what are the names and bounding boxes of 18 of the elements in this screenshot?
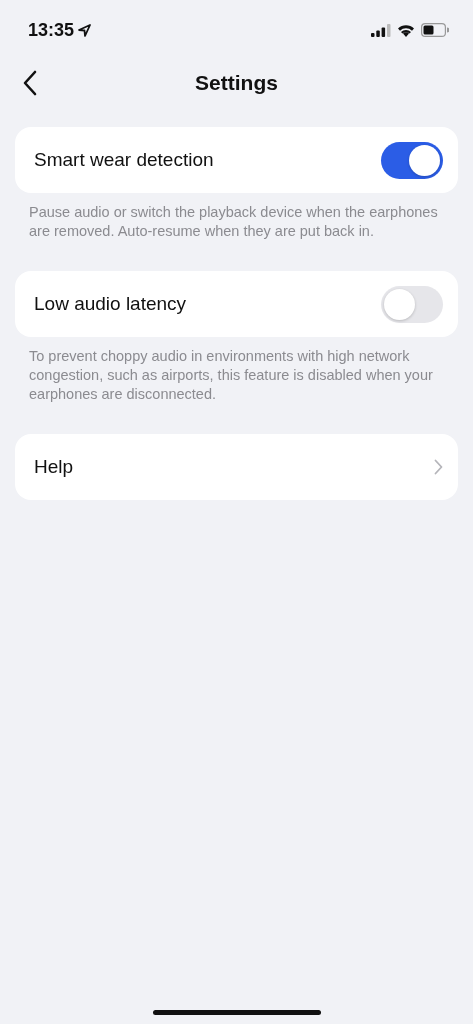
toggle-switch[interactable] [381,141,443,179]
setting-label: Help [34,456,74,478]
location-arrow-icon [78,23,92,37]
setting-label: Low audio latency [34,293,187,315]
battery-icon [421,23,449,37]
settings-card[interactable]: Help [15,434,458,500]
toggle-switch[interactable] [381,285,443,323]
setting-description: Pause audio or switch the playback device when the earphones are removed. Auto-resume when they are put back in. [29,203,439,241]
setting-label: Smart wear detection [34,149,214,171]
settings-card[interactable]: Low audio latency [15,271,458,337]
chevron-right-icon [434,459,443,475]
page-title: Settings [195,71,278,95]
signal-icon [371,23,391,37]
back-icon[interactable] [23,70,37,96]
setting-description: To prevent choppy audio in environments with high network congestion, such as airports, this feature is disabled when your earphones are disconnected. [29,347,434,404]
settings-card[interactable]: Smart wear detection [15,127,458,193]
clock-time: 13:35 [28,19,75,41]
wifi-icon [397,23,415,37]
